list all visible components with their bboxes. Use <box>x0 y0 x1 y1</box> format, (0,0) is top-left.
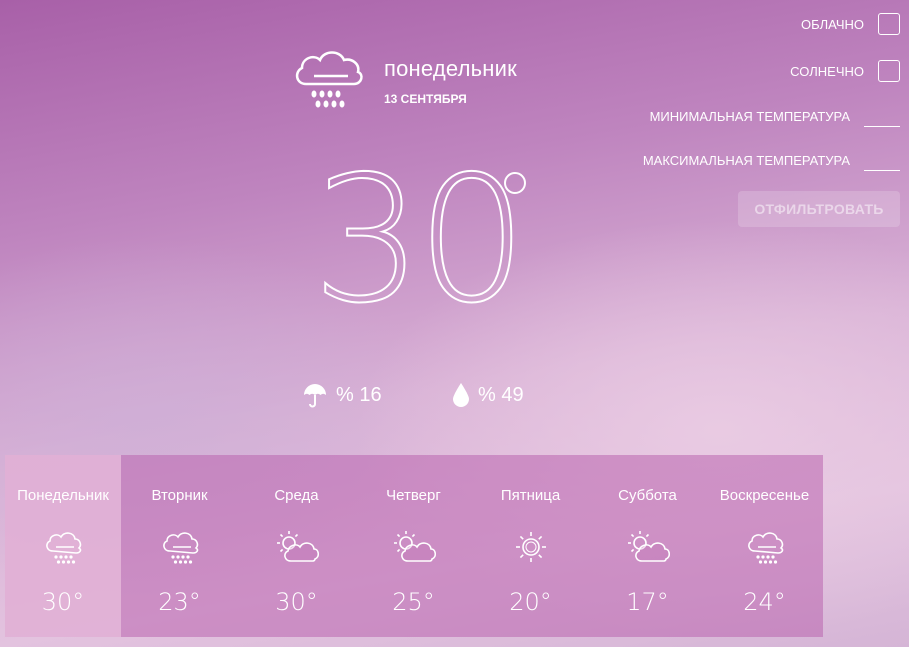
humidity-value: % 49 <box>478 383 524 406</box>
current-date: 13 СЕНТЯБРЯ <box>384 92 467 106</box>
forecast-day-temp: 25° <box>392 588 435 616</box>
precipitation-stat: % 16 <box>302 382 382 408</box>
filter-max-temp: МАКСИМАЛЬНАЯ ТЕМПЕРАТУРА <box>643 150 900 171</box>
min-temp-label: МИНИМАЛЬНАЯ ТЕМПЕРАТУРА <box>649 109 850 124</box>
partly-cloudy-icon <box>627 531 670 562</box>
weekly-forecast: Понедельник 30° Вторник 23° Среда 30° Че… <box>5 455 823 637</box>
forecast-day-name: Понедельник <box>17 487 109 504</box>
partly-cloudy-icon <box>276 531 319 562</box>
forecast-day-name: Четверг <box>386 487 441 504</box>
cloud-rain-icon <box>162 532 198 564</box>
cloud-rain-icon <box>295 51 363 108</box>
cloudy-label: ОБЛАЧНО <box>801 16 864 32</box>
cloudy-checkbox[interactable] <box>878 13 900 35</box>
max-temp-label: МАКСИМАЛЬНАЯ ТЕМПЕРАТУРА <box>642 153 850 168</box>
forecast-day-name: Среда <box>274 487 319 504</box>
forecast-day-temp: 30° <box>41 588 85 616</box>
forecast-day-temp: 17° <box>626 588 669 616</box>
forecast-day-name: Воскресенье <box>719 487 810 504</box>
forecast-day-name: Вторник <box>151 487 208 504</box>
degree-symbol <box>504 172 526 194</box>
filter-sunny: СОЛНЕЧНО <box>790 60 900 82</box>
forecast-day[interactable]: Воскресенье 24° <box>706 455 823 637</box>
max-temp-input[interactable] <box>864 150 900 171</box>
forecast-day-temp: 30° <box>275 588 318 616</box>
forecast-day-temp: 23° <box>158 588 201 616</box>
filter-cloudy: ОБЛАЧНО <box>801 13 900 35</box>
forecast-day[interactable]: Понедельник 30° <box>5 455 121 637</box>
precipitation-value: % 16 <box>336 383 382 406</box>
cloud-rain-icon <box>747 532 783 564</box>
forecast-day[interactable]: Четверг 25° <box>355 455 472 637</box>
forecast-day-name: Пятница <box>500 487 561 504</box>
umbrella-icon <box>304 384 326 408</box>
sunny-label: СОЛНЕЧНО <box>790 63 864 79</box>
sunny-checkbox[interactable] <box>878 60 900 82</box>
forecast-day[interactable]: Суббота 17° <box>589 455 706 637</box>
forecast-day[interactable]: Среда 30° <box>238 455 355 637</box>
forecast-day[interactable]: Вторник 23° <box>121 455 238 637</box>
partly-cloudy-icon <box>393 531 436 562</box>
forecast-day-temp: 20° <box>509 588 552 616</box>
forecast-day-name: Суббота <box>618 487 677 504</box>
filter-min-temp: МИНИМАЛЬНАЯ ТЕМПЕРАТУРА <box>650 106 900 127</box>
current-day: понедельник <box>384 56 517 81</box>
sun-icon <box>515 532 546 562</box>
forecast-day[interactable]: Пятница 20° <box>472 455 589 637</box>
current-temperature-value: 30 <box>311 139 528 342</box>
forecast-day-temp: 24° <box>743 588 786 616</box>
current-temperature: 30 <box>300 150 530 330</box>
cloud-rain-icon <box>46 532 82 564</box>
humidity-stat: % 49 <box>452 382 524 408</box>
filter-button[interactable]: ОТФИЛЬТРОВАТЬ <box>738 191 900 227</box>
min-temp-input[interactable] <box>864 106 900 127</box>
water-drop-icon <box>453 383 469 407</box>
